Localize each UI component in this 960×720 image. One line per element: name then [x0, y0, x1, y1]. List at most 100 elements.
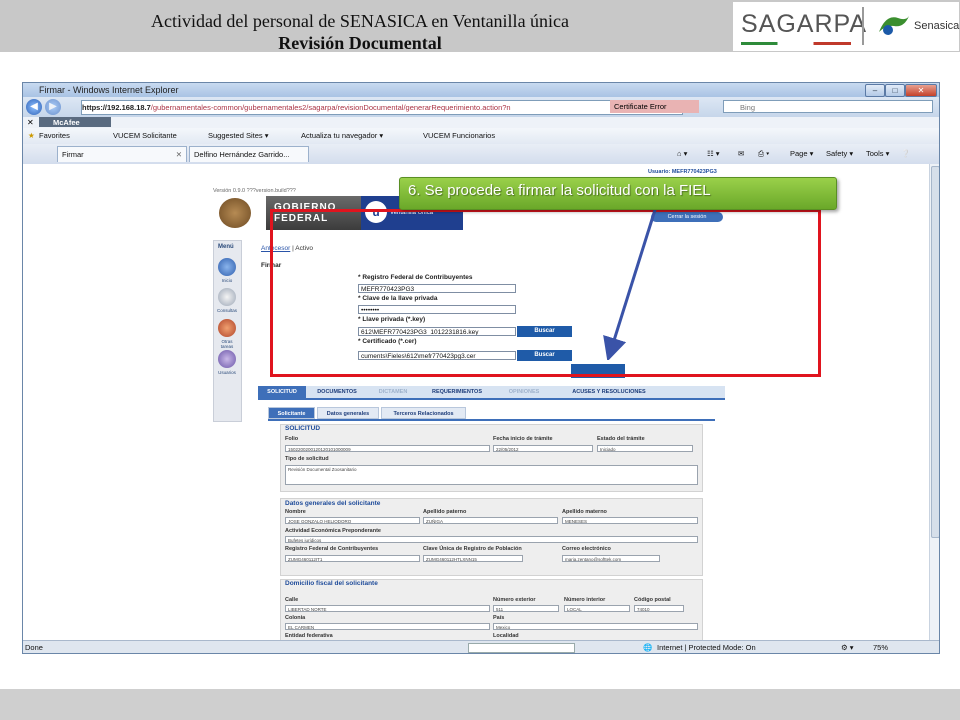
- scrollbar-thumb[interactable]: [931, 166, 939, 538]
- window-title: Firmar - Windows Internet Explorer: [39, 85, 179, 95]
- entidad-label: Entidad federativa: [285, 633, 333, 639]
- pais-field: Mexico: [493, 623, 698, 630]
- progress-bar: [468, 643, 575, 653]
- url-input[interactable]: https://192.168.18.7/gubernamentales-com…: [81, 100, 683, 115]
- tools-menu[interactable]: Tools ▾: [866, 144, 889, 164]
- calle-field: LIBERTAD NORTE: [285, 605, 490, 612]
- tab-opiniones[interactable]: OPINIONES: [496, 386, 552, 398]
- logo-divider: [862, 7, 864, 45]
- correo-label: Correo electrónico: [562, 546, 611, 552]
- search-placeholder: Bing: [740, 103, 756, 112]
- search-input[interactable]: Bing: [723, 100, 933, 113]
- status-text: Done: [25, 643, 43, 652]
- subtab-datos-generales[interactable]: Datos generales: [317, 407, 379, 419]
- materno-field: MENESES: [562, 517, 698, 524]
- exterior-field: 511: [493, 605, 559, 612]
- tab-acuses[interactable]: ACUSES Y RESOLUCIONES: [554, 386, 664, 398]
- close-window-button[interactable]: ✕: [905, 84, 937, 97]
- mexico-seal-icon: [219, 198, 251, 228]
- consultas-icon[interactable]: [218, 288, 236, 306]
- favorites-button[interactable]: Favorites: [39, 128, 70, 144]
- main-tabs: SOLICITUD DOCUMENTOS DICTAMEN REQUERIMIE…: [258, 386, 725, 400]
- senasica-logo-icon: [879, 16, 909, 35]
- zoom-level[interactable]: 75%: [873, 641, 888, 653]
- sub-tabs: Solicitante Datos generales Terceros Rel…: [268, 407, 715, 421]
- solicitud-title: SOLICITUD: [285, 425, 321, 432]
- tab-documentos[interactable]: DOCUMENTOS: [308, 386, 366, 398]
- help-icon[interactable]: ❔: [901, 144, 910, 164]
- favorites-star-icon: ★: [28, 131, 35, 140]
- folio-label: Folio: [285, 436, 299, 442]
- tab-firmar-label: Firmar: [62, 150, 84, 159]
- tab-bar: Firmar ✕ Delfino Hernández Garrido... ⌂ ▾…: [23, 144, 939, 164]
- menu-item-consultas[interactable]: Consultas: [215, 308, 239, 313]
- fav-item-vucem-funcionarios[interactable]: VUCEM Funcionarios: [423, 128, 495, 144]
- usuarios-icon[interactable]: [218, 350, 236, 368]
- certificate-error-label: Certificate Error: [614, 102, 667, 111]
- tab-solicitud[interactable]: SOLICITUD: [258, 386, 306, 398]
- fav-item-suggested-sites[interactable]: Suggested Sites ▾: [208, 128, 268, 144]
- close-toolbar-icon[interactable]: ✕: [27, 117, 34, 128]
- safety-menu[interactable]: Safety ▾: [826, 144, 853, 164]
- vertical-scrollbar[interactable]: [929, 164, 939, 640]
- mcafee-toolbar: ✕ McAfee: [23, 117, 939, 128]
- inicio-icon[interactable]: [218, 258, 236, 276]
- status-bar: Done 🌐 Internet | Protected Mode: On ⚙ ▾…: [23, 640, 939, 653]
- paterno-field: ZUÑIGA: [423, 517, 558, 524]
- estado-field: Iniciado: [597, 445, 693, 452]
- forward-icon[interactable]: ▶: [45, 99, 61, 115]
- usuario-label: Usuario: MEFR770423PG3: [648, 169, 717, 175]
- protected-mode-icon[interactable]: ⚙ ▾: [841, 641, 854, 653]
- certificate-error-button[interactable]: Certificate Error: [610, 100, 699, 113]
- materno-label: Apellido materno: [562, 509, 607, 515]
- calle-label: Calle: [285, 597, 299, 603]
- callout-text: 6. Se procede a firmar la solicitud con …: [408, 182, 711, 199]
- tab-requerimientos[interactable]: REQUERIMIENTOS: [420, 386, 494, 398]
- otras-tareas-icon[interactable]: [218, 319, 236, 337]
- folio-field: 1502200200120120101000009: [285, 445, 490, 452]
- domicilio-title: Domicilio fiscal del solicitante: [285, 580, 378, 587]
- subtab-solicitante[interactable]: Solicitante: [268, 407, 315, 419]
- slide-title-line1: Actividad del personal de SENASICA en Ve…: [150, 11, 570, 31]
- cp-field: 74010: [634, 605, 684, 612]
- tab-firmar[interactable]: Firmar ✕: [57, 146, 187, 162]
- print-icon[interactable]: ⎙ ▾: [758, 144, 769, 164]
- tab-delfino-label: Delfino Hernández Garrido...: [194, 150, 290, 159]
- window-titlebar: Firmar - Windows Internet Explorer – □ ✕: [23, 83, 939, 97]
- menu-item-usuarios[interactable]: Usuarios: [215, 370, 239, 375]
- actividad-field: Bufetes jurídicos: [285, 536, 698, 543]
- tipo-field: Revisión Documental Zoosanitario: [285, 465, 698, 485]
- fav-item-actualiza[interactable]: Actualiza tu navegador ▾: [301, 128, 383, 144]
- actividad-label: Actividad Económica Preponderante: [285, 528, 381, 534]
- close-tab-icon[interactable]: ✕: [176, 147, 182, 163]
- interior-label: Número interior: [564, 597, 606, 603]
- interior-field: LOCAL: [564, 605, 630, 612]
- address-bar: ◀ ▶ https://192.168.18.7/gubernamentales…: [23, 97, 939, 117]
- tab-dictamen[interactable]: DICTAMEN: [368, 386, 418, 398]
- mail-icon[interactable]: ✉: [738, 144, 744, 164]
- annotation-arrow-icon: [603, 193, 662, 360]
- curp-field: ZUMG460112HTLXNN15: [423, 555, 523, 562]
- estado-label: Estado del trámite: [597, 436, 645, 442]
- minimize-button[interactable]: –: [865, 84, 885, 97]
- menu-item-otras-tareas[interactable]: Otras tareas: [215, 339, 239, 349]
- menu-item-inicio[interactable]: Inicio: [215, 278, 239, 283]
- tab-delfino[interactable]: Delfino Hernández Garrido...: [189, 146, 309, 162]
- back-icon[interactable]: ◀: [26, 99, 42, 115]
- fecha-label: Fecha inicio de trámite: [493, 436, 553, 442]
- exterior-label: Número exterior: [493, 597, 536, 603]
- mcafee-button[interactable]: McAfee: [39, 117, 111, 127]
- url-path: /gubernamentales-common/gubernamentales2…: [150, 103, 511, 112]
- security-zone-text: Internet | Protected Mode: On: [657, 643, 756, 652]
- highlight-rectangle: [270, 209, 821, 377]
- page-menu[interactable]: Page ▾: [790, 144, 813, 164]
- curp-label: Clave Única de Registro de Población: [423, 546, 522, 552]
- subtab-terceros[interactable]: Terceros Relacionados: [381, 407, 466, 419]
- maximize-button[interactable]: □: [885, 84, 905, 97]
- slide-title: Actividad del personal de SENASICA en Ve…: [80, 10, 640, 54]
- menu-title: Menú: [218, 244, 234, 250]
- fav-item-vucem-solicitante[interactable]: VUCEM Solicitante: [113, 128, 177, 144]
- paterno-label: Apellido paterno: [423, 509, 467, 515]
- home-icon[interactable]: ⌂ ▾: [677, 144, 687, 164]
- feeds-icon[interactable]: ☷ ▾: [707, 144, 720, 164]
